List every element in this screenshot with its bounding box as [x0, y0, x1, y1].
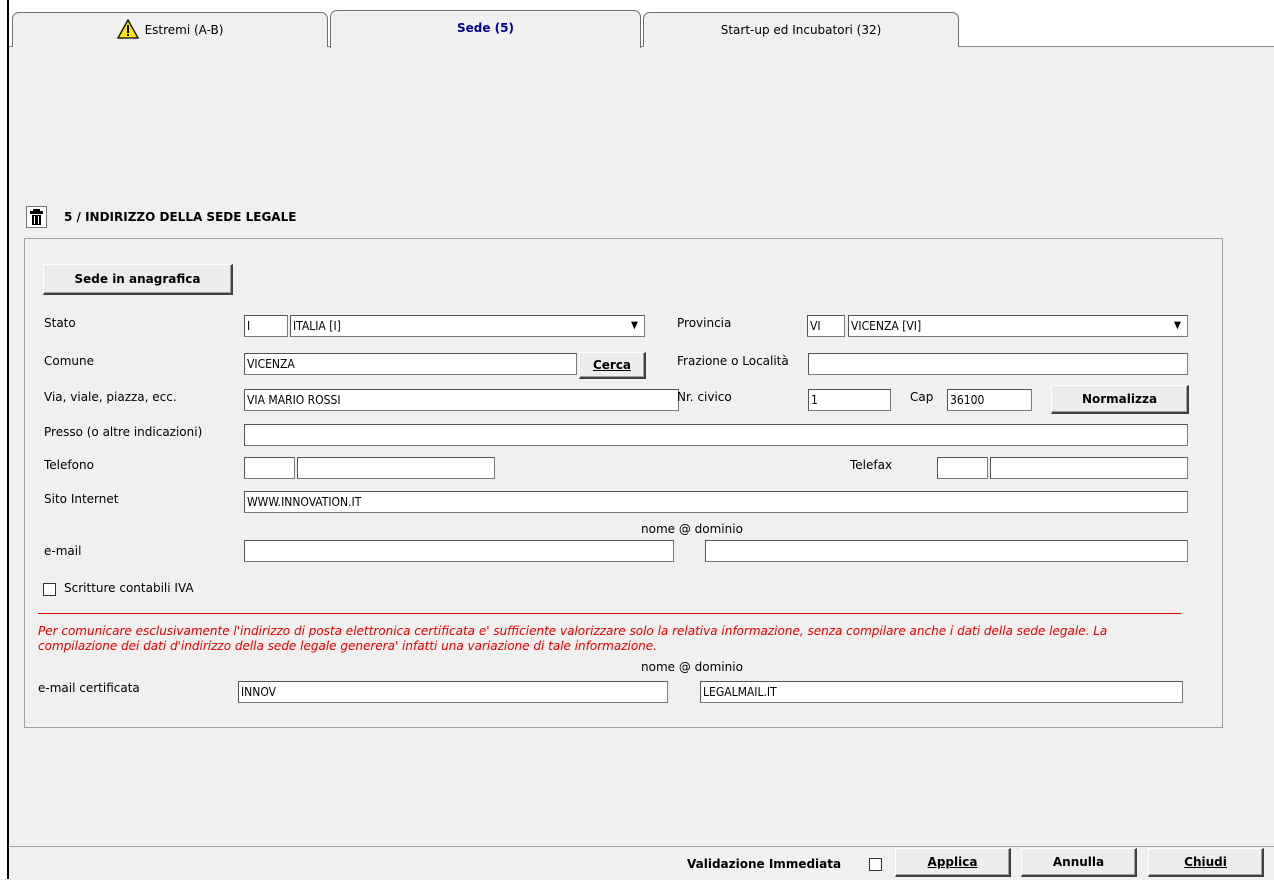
tab-estremi[interactable]: Estremi (A-B) — [12, 12, 328, 47]
pec-label: e-mail certificata — [38, 681, 140, 695]
stato-select-value: ITALIA [I] — [293, 319, 341, 333]
telefono-label: Telefono — [44, 458, 94, 472]
sede-anagrafica-button[interactable]: Sede in anagrafica — [43, 264, 233, 295]
cap-label: Cap — [910, 390, 934, 404]
presso-label: Presso (o altre indicazioni) — [44, 425, 203, 439]
presso-field[interactable] — [244, 424, 1188, 446]
email-hint: nome @ dominio — [641, 522, 743, 536]
pec-note: Per comunicare esclusivamente l'indirizz… — [38, 624, 1108, 653]
tab-sede-label: Sede (5) — [456, 21, 514, 35]
provincia-label: Provincia — [677, 316, 732, 330]
annulla-button[interactable]: Annulla — [1021, 848, 1137, 877]
tab-sede[interactable]: Sede (5) — [330, 10, 641, 48]
tab-startup[interactable]: Start-up ed Incubatori (32) — [643, 12, 959, 47]
chiudi-button[interactable]: Chiudi — [1148, 848, 1264, 877]
pec-hint: nome @ dominio — [641, 660, 743, 674]
stato-select[interactable]: ITALIA [I] ▼ — [290, 315, 645, 337]
email-label: e-mail — [44, 544, 82, 558]
delete-button[interactable] — [26, 206, 47, 228]
telefax-prefix-field[interactable] — [937, 457, 988, 479]
validazione-label: Validazione Immediata — [687, 857, 842, 871]
tab-startup-label: Start-up ed Incubatori (32) — [720, 23, 882, 37]
via-field[interactable]: VIA MARIO ROSSI — [244, 389, 679, 411]
pec-name-field[interactable]: INNOV — [238, 681, 668, 703]
telefono-prefix-field[interactable] — [244, 457, 295, 479]
normalizza-button[interactable]: Normalizza — [1051, 385, 1189, 414]
sito-field[interactable]: WWW.INNOVATION.IT — [244, 491, 1188, 513]
email-domain-field[interactable] — [705, 540, 1188, 562]
frazione-label: Frazione o Località — [677, 354, 789, 368]
stato-code-field[interactable]: I — [244, 315, 288, 337]
validazione-checkbox[interactable] — [869, 858, 882, 871]
sito-label: Sito Internet — [44, 492, 119, 506]
scritture-label: Scritture contabili IVA — [64, 581, 194, 595]
red-divider — [38, 613, 1181, 614]
provincia-select-value: VICENZA [VI] — [851, 319, 922, 333]
warning-icon — [116, 19, 139, 39]
telefono-number-field[interactable] — [297, 457, 495, 479]
applica-button[interactable]: Applica — [895, 848, 1011, 877]
civico-field[interactable]: 1 — [808, 389, 891, 411]
provincia-code-field[interactable]: VI — [807, 315, 845, 337]
stato-label: Stato — [44, 316, 76, 330]
telefax-number-field[interactable] — [990, 457, 1188, 479]
chevron-down-icon[interactable]: ▼ — [1169, 317, 1186, 335]
section-title: 5 / INDIRIZZO DELLA SEDE LEGALE — [64, 210, 297, 224]
scritture-checkbox[interactable] — [43, 583, 56, 596]
sede-groupbox — [24, 238, 1223, 728]
window-left-border — [0, 0, 9, 879]
pec-domain-field[interactable]: LEGALMAIL.IT — [700, 681, 1183, 703]
cerca-button[interactable]: Cerca — [579, 352, 646, 379]
frazione-field[interactable] — [808, 353, 1188, 375]
chevron-down-icon[interactable]: ▼ — [626, 317, 643, 335]
via-label: Via, viale, piazza, ecc. — [44, 390, 177, 404]
comune-field[interactable]: VICENZA — [244, 353, 577, 375]
trash-icon — [30, 209, 43, 225]
email-name-field[interactable] — [244, 540, 674, 562]
provincia-select[interactable]: VICENZA [VI] ▼ — [848, 315, 1188, 337]
civico-label: Nr. civico — [677, 390, 732, 404]
comune-label: Comune — [44, 354, 95, 368]
cap-field[interactable]: 36100 — [947, 389, 1032, 411]
tab-estremi-label: Estremi (A-B) — [144, 23, 224, 37]
telefax-label: Telefax — [850, 458, 893, 472]
